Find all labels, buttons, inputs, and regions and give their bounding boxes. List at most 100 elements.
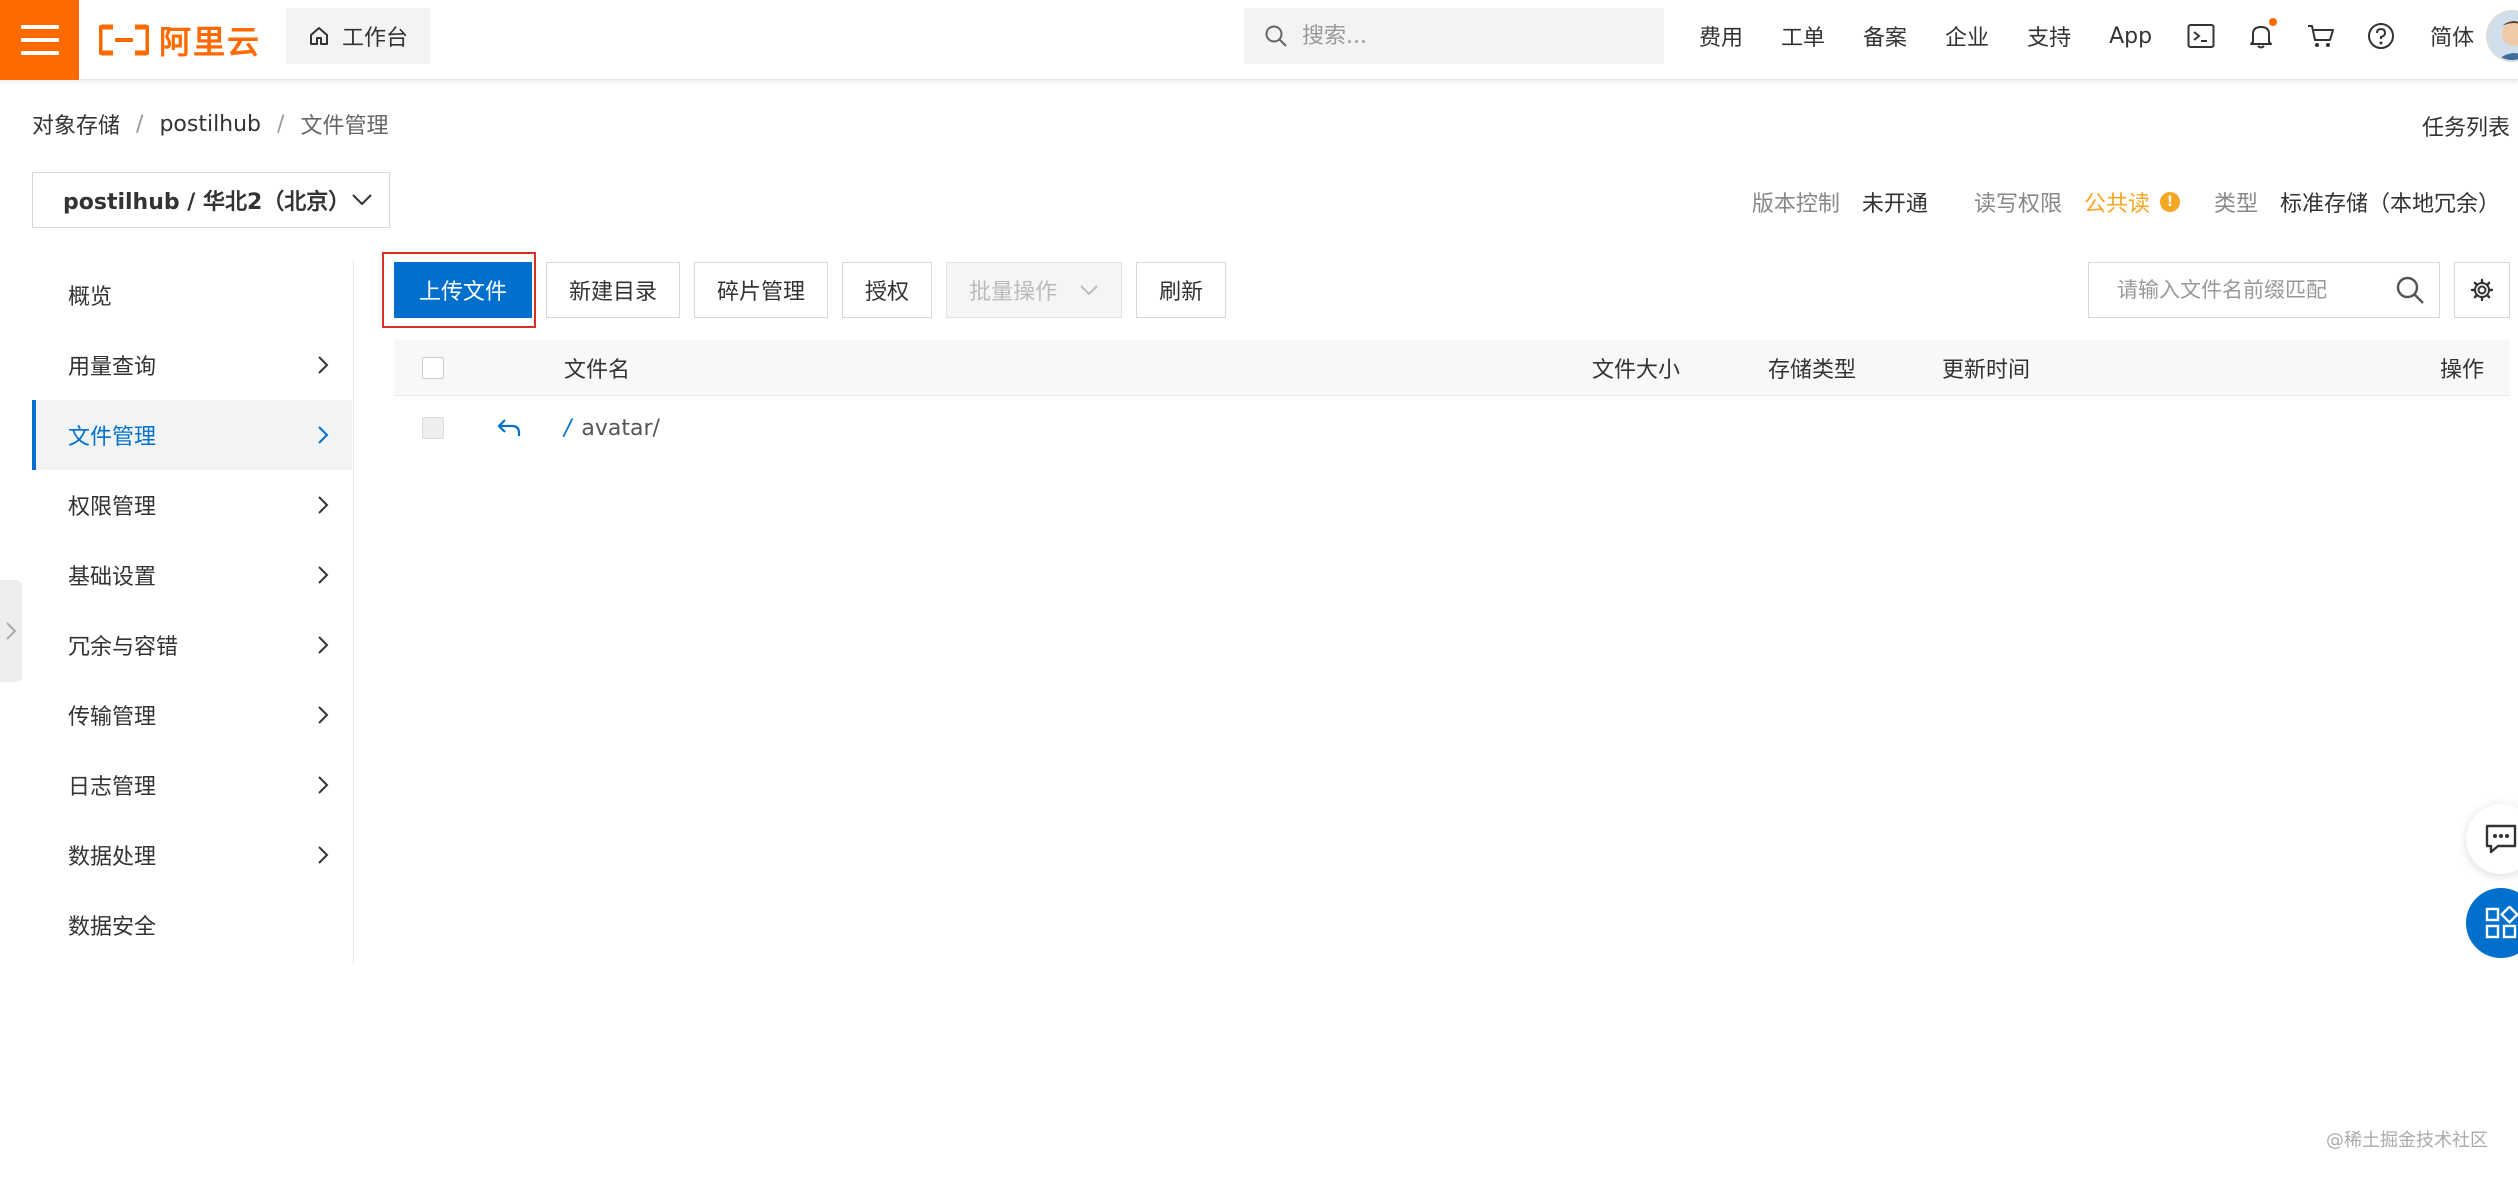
back-icon[interactable] bbox=[496, 396, 522, 460]
storage-type-value: 标准存储（本地冗余） bbox=[2279, 192, 2500, 217]
file-search-box[interactable] bbox=[2088, 262, 2440, 318]
chevron-right-icon bbox=[318, 426, 329, 444]
bucket-info: 版本控制 未开通 读写权限 公共读 ! 类型 标准存储（本地冗余） bbox=[1752, 186, 2500, 218]
top-link-app[interactable]: App bbox=[2109, 24, 2152, 49]
table-row[interactable]: / avatar/ bbox=[394, 396, 2510, 460]
sidebar-item-data-security[interactable]: 数据安全 bbox=[32, 890, 352, 960]
sidebar-item-logs[interactable]: 日志管理 bbox=[32, 750, 352, 820]
sidebar-item-label: 数据安全 bbox=[68, 915, 157, 940]
search-icon bbox=[1265, 25, 1287, 47]
chat-icon bbox=[2485, 824, 2517, 854]
row-checkbox[interactable] bbox=[422, 417, 444, 439]
apps-grid-icon bbox=[2485, 906, 2518, 939]
notification-dot bbox=[2269, 18, 2278, 26]
folder-name: avatar/ bbox=[581, 415, 660, 441]
workbench-label: 工作台 bbox=[341, 26, 408, 51]
sidebar-item-transfer[interactable]: 传输管理 bbox=[32, 680, 352, 750]
breadcrumb-current: 文件管理 bbox=[300, 114, 389, 139]
storage-type-label: 类型 bbox=[2213, 192, 2258, 217]
version-control-label: 版本控制 bbox=[1751, 192, 1840, 217]
sidebar-item-file-management[interactable]: 文件管理 bbox=[32, 400, 352, 470]
chat-float-button[interactable] bbox=[2466, 804, 2518, 874]
global-search-box[interactable] bbox=[1244, 8, 1664, 64]
version-control-value: 未开通 bbox=[1861, 192, 1928, 217]
breadcrumb: 对象存储 / postilhub / 文件管理 bbox=[32, 108, 388, 140]
cart-icon[interactable] bbox=[2305, 20, 2337, 52]
column-header-actions: 操作 bbox=[2440, 358, 2485, 383]
global-search-input[interactable] bbox=[1302, 23, 1622, 49]
acl-value: 公共读 bbox=[2083, 192, 2150, 217]
chevron-right-icon bbox=[318, 846, 329, 864]
sidebar-item-label: 传输管理 bbox=[68, 705, 157, 730]
task-list-link[interactable]: 任务列表 bbox=[2422, 110, 2510, 142]
sidebar-item-label: 文件管理 bbox=[68, 425, 157, 450]
chevron-right-icon bbox=[318, 706, 329, 724]
table-header: 文件名 文件大小 存储类型 更新时间 操作 bbox=[394, 340, 2510, 396]
column-header-updated[interactable]: 更新时间 bbox=[1942, 340, 2030, 396]
top-link-icp[interactable]: 备案 bbox=[1863, 20, 1907, 52]
hamburger-menu-button[interactable] bbox=[0, 0, 79, 80]
chevron-right-icon bbox=[318, 496, 329, 514]
column-header-name[interactable]: 文件名 bbox=[564, 340, 630, 396]
column-header-storage-type[interactable]: 存储类型 bbox=[1768, 340, 1856, 396]
aliyun-logo-icon bbox=[99, 24, 149, 56]
top-link-support[interactable]: 支持 bbox=[2027, 20, 2071, 52]
sidebar-item-label: 基础设置 bbox=[68, 565, 157, 590]
watermark: @稀土掘金技术社区 bbox=[2326, 1130, 2488, 1151]
fragment-management-button[interactable]: 碎片管理 bbox=[694, 262, 829, 318]
sidebar-collapse-handle[interactable] bbox=[0, 580, 22, 682]
chevron-down-icon bbox=[1080, 285, 1098, 296]
warning-icon[interactable]: ! bbox=[2159, 192, 2180, 212]
terminal-icon[interactable] bbox=[2185, 20, 2217, 52]
menu-line bbox=[20, 38, 59, 42]
help-icon[interactable] bbox=[2365, 20, 2397, 52]
table-settings-button[interactable] bbox=[2454, 262, 2510, 318]
sidebar-item-usage[interactable]: 用量查询 bbox=[32, 330, 352, 400]
refresh-button[interactable]: 刷新 bbox=[1136, 262, 1227, 318]
top-navigation-bar: 阿里云 工作台 费用 工单 备案 企业 支持 App bbox=[0, 0, 2518, 80]
sidebar-item-overview[interactable]: 概览 bbox=[32, 260, 352, 330]
select-all-checkbox[interactable] bbox=[422, 357, 444, 379]
sidebar-item-label: 权限管理 bbox=[68, 495, 157, 520]
acl-label: 读写权限 bbox=[1973, 192, 2062, 217]
menu-line bbox=[20, 25, 59, 29]
sidebar-item-redundancy[interactable]: 冗余与容错 bbox=[32, 610, 352, 680]
breadcrumb-separator: / bbox=[277, 111, 285, 137]
folder-name-cell: / avatar/ bbox=[564, 396, 660, 460]
sidebar-item-permissions[interactable]: 权限管理 bbox=[32, 470, 352, 540]
row-select-cell bbox=[422, 396, 444, 460]
column-header-size[interactable]: 文件大小 bbox=[1592, 340, 1680, 396]
gear-icon bbox=[2470, 278, 2494, 302]
apps-float-button[interactable] bbox=[2466, 888, 2518, 958]
top-link-enterprise[interactable]: 企业 bbox=[1945, 20, 1989, 52]
language-switch[interactable]: 简体 bbox=[2430, 20, 2474, 52]
top-link-billing[interactable]: 费用 bbox=[1699, 20, 1743, 52]
search-icon[interactable] bbox=[2395, 275, 2425, 305]
aliyun-logo[interactable]: 阿里云 bbox=[99, 18, 261, 62]
home-icon bbox=[309, 27, 328, 45]
folder-link[interactable]: / avatar/ bbox=[564, 416, 660, 441]
chevron-right-icon bbox=[318, 776, 329, 794]
batch-operations-label: 批量操作 bbox=[969, 280, 1058, 305]
folder-slash-icon: / bbox=[564, 415, 572, 441]
sidebar-item-data-processing[interactable]: 数据处理 bbox=[32, 820, 352, 890]
sidebar-item-basic-settings[interactable]: 基础设置 bbox=[32, 540, 352, 610]
sidebar-item-label: 数据处理 bbox=[68, 845, 157, 870]
select-all-cell bbox=[422, 340, 444, 396]
bucket-selector[interactable]: postilhub / 华北2（北京） bbox=[32, 172, 390, 228]
sidebar-item-label: 概览 bbox=[68, 285, 113, 310]
bell-icon[interactable] bbox=[2245, 18, 2278, 52]
breadcrumb-oss[interactable]: 对象存储 bbox=[32, 108, 120, 140]
batch-operations-button[interactable]: 批量操作 bbox=[946, 262, 1123, 318]
upload-file-button[interactable]: 上传文件 bbox=[394, 262, 533, 318]
chevron-right-icon bbox=[318, 566, 329, 584]
breadcrumb-separator: / bbox=[136, 111, 144, 137]
sidebar-item-label: 用量查询 bbox=[68, 355, 157, 380]
file-search-input[interactable] bbox=[2117, 278, 2377, 302]
file-toolbar: 上传文件 新建目录 碎片管理 授权 批量操作 刷新 bbox=[394, 262, 1240, 318]
top-link-tickets[interactable]: 工单 bbox=[1781, 20, 1825, 52]
new-directory-button[interactable]: 新建目录 bbox=[546, 262, 681, 318]
breadcrumb-bucket[interactable]: postilhub bbox=[159, 112, 261, 137]
workbench-button[interactable]: 工作台 bbox=[286, 8, 430, 64]
authorize-button[interactable]: 授权 bbox=[842, 262, 933, 318]
